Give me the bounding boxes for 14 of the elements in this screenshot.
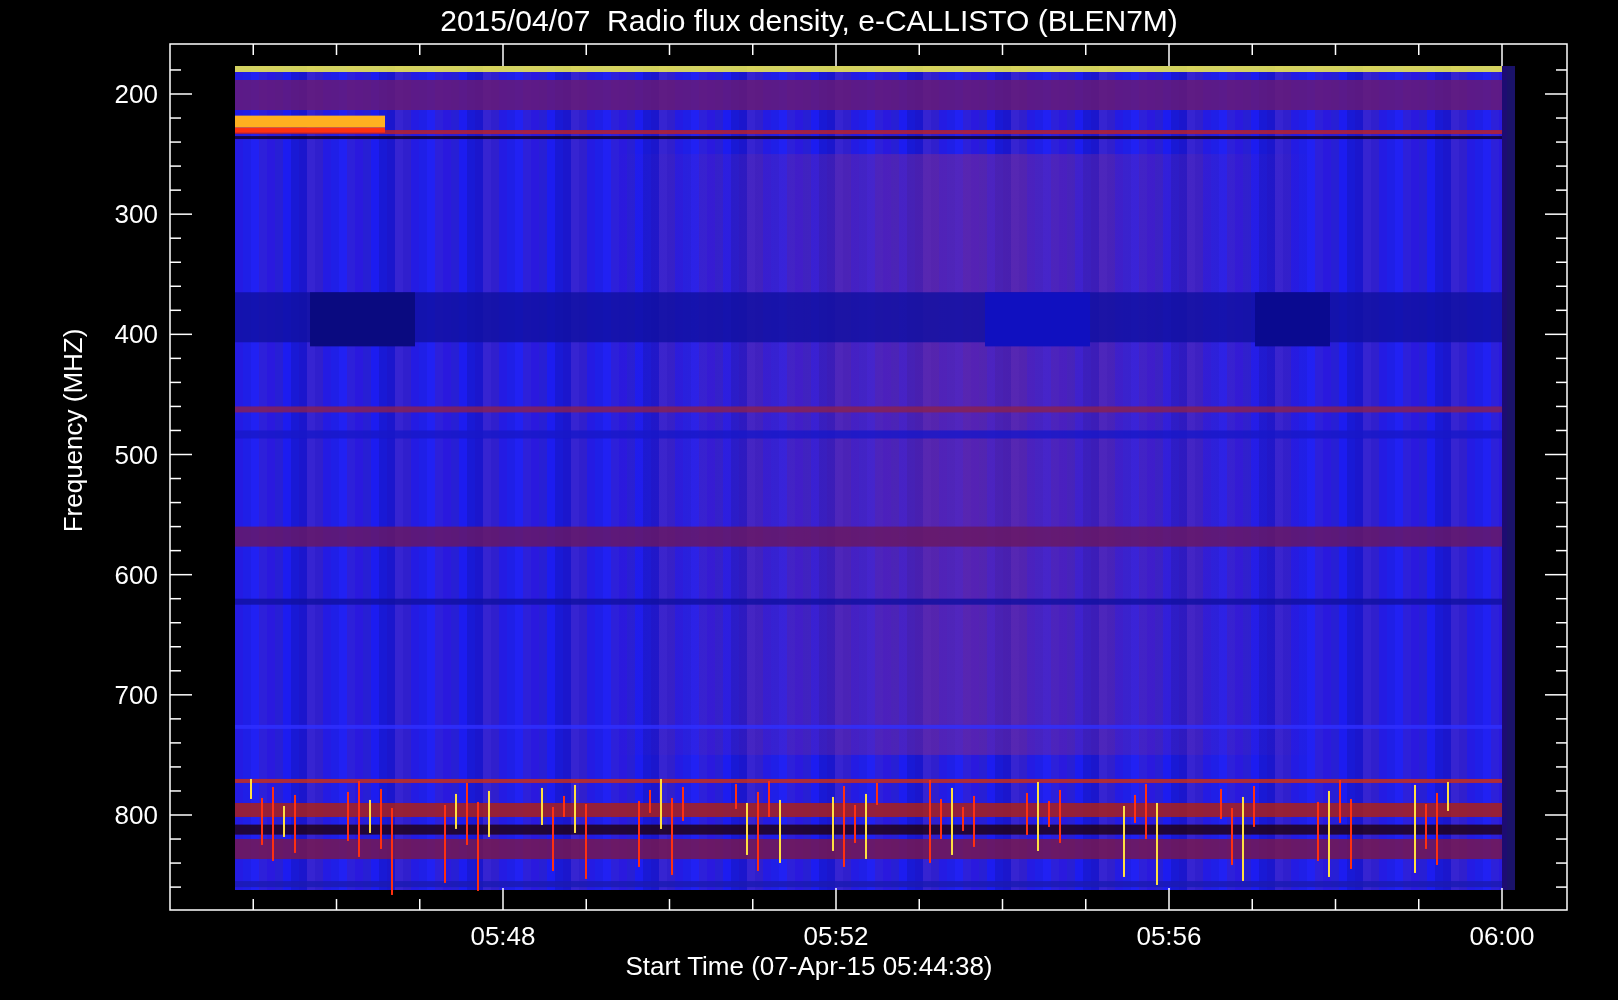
y-tick-label: 500 (114, 439, 158, 470)
x-tick-label: 05:52 (803, 921, 869, 951)
y-tick-label: 700 (114, 679, 158, 710)
y-tick-label: 400 (114, 319, 158, 350)
y-axis-label: Frequency (MHZ) (58, 328, 88, 533)
y-tick-label: 200 (114, 79, 158, 109)
y-tick-label: 800 (114, 800, 158, 830)
x-tick-label: 06:00 (1469, 921, 1535, 951)
x-tick-label: 05:56 (1136, 921, 1202, 951)
y-tick-label: 300 (114, 199, 158, 230)
x-axis-label: Start Time (07-Apr-15 05:44:38) (625, 951, 993, 981)
y-tick-label: 600 (114, 559, 158, 590)
plot-title: 2015/04/07 Radio flux density, e-CALLISTO (BLEN7M) (440, 4, 1178, 37)
x-tick-label: 05:48 (470, 921, 536, 951)
